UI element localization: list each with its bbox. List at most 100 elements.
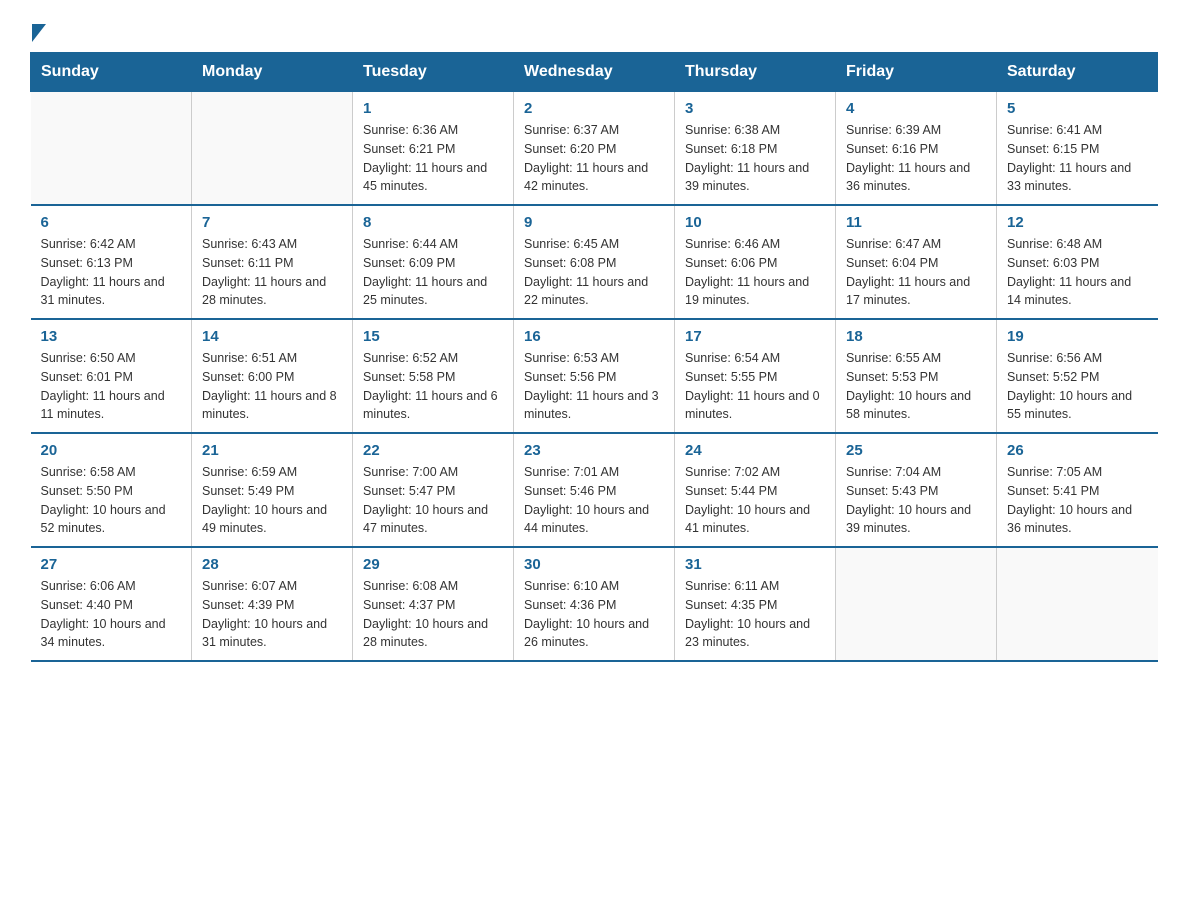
day-info: Sunrise: 7:00 AMSunset: 5:47 PMDaylight:… bbox=[363, 463, 503, 538]
day-number: 16 bbox=[524, 328, 664, 345]
calendar-cell: 2 Sunrise: 6:37 AMSunset: 6:20 PMDaylight… bbox=[514, 92, 675, 206]
day-number: 1 bbox=[363, 100, 503, 117]
column-header-saturday: Saturday bbox=[997, 53, 1158, 92]
calendar-cell: 31 Sunrise: 6:11 AMSunset: 4:35 PMDayligh… bbox=[675, 547, 836, 661]
day-info: Sunrise: 6:55 AMSunset: 5:53 PMDaylight:… bbox=[846, 349, 986, 424]
day-info: Sunrise: 6:59 AMSunset: 5:49 PMDaylight:… bbox=[202, 463, 342, 538]
column-header-friday: Friday bbox=[836, 53, 997, 92]
day-info: Sunrise: 6:42 AMSunset: 6:13 PMDaylight:… bbox=[41, 235, 182, 310]
day-number: 12 bbox=[1007, 214, 1148, 231]
day-info: Sunrise: 7:05 AMSunset: 5:41 PMDaylight:… bbox=[1007, 463, 1148, 538]
day-info: Sunrise: 6:43 AMSunset: 6:11 PMDaylight:… bbox=[202, 235, 342, 310]
calendar-cell: 1 Sunrise: 6:36 AMSunset: 6:21 PMDaylight… bbox=[353, 92, 514, 206]
day-number: 22 bbox=[363, 442, 503, 459]
calendar-cell: 8 Sunrise: 6:44 AMSunset: 6:09 PMDaylight… bbox=[353, 205, 514, 319]
day-info: Sunrise: 6:52 AMSunset: 5:58 PMDaylight:… bbox=[363, 349, 503, 424]
calendar-cell: 24Sunrise: 7:02 AMSunset: 5:44 PMDayligh… bbox=[675, 433, 836, 547]
day-info: Sunrise: 6:45 AMSunset: 6:08 PMDaylight:… bbox=[524, 235, 664, 310]
calendar-cell: 13Sunrise: 6:50 AMSunset: 6:01 PMDayligh… bbox=[31, 319, 192, 433]
day-number: 9 bbox=[524, 214, 664, 231]
calendar-cell: 14 Sunrise: 6:51 AMSunset: 6:00 PMDayligh… bbox=[192, 319, 353, 433]
day-number: 19 bbox=[1007, 328, 1148, 345]
day-info: Sunrise: 6:38 AMSunset: 6:18 PMDaylight:… bbox=[685, 121, 825, 196]
day-number: 26 bbox=[1007, 442, 1148, 459]
day-info: Sunrise: 6:10 AMSunset: 4:36 PMDaylight:… bbox=[524, 577, 664, 652]
calendar-week-row: 13Sunrise: 6:50 AMSunset: 6:01 PMDayligh… bbox=[31, 319, 1158, 433]
day-number: 3 bbox=[685, 100, 825, 117]
day-number: 8 bbox=[363, 214, 503, 231]
day-number: 13 bbox=[41, 328, 182, 345]
day-info: Sunrise: 6:48 AMSunset: 6:03 PMDaylight:… bbox=[1007, 235, 1148, 310]
day-number: 14 bbox=[202, 328, 342, 345]
calendar-cell: 16Sunrise: 6:53 AMSunset: 5:56 PMDayligh… bbox=[514, 319, 675, 433]
calendar-cell: 6 Sunrise: 6:42 AMSunset: 6:13 PMDaylight… bbox=[31, 205, 192, 319]
day-info: Sunrise: 6:39 AMSunset: 6:16 PMDaylight:… bbox=[846, 121, 986, 196]
day-number: 20 bbox=[41, 442, 182, 459]
calendar-cell bbox=[997, 547, 1158, 661]
day-number: 27 bbox=[41, 556, 182, 573]
day-number: 29 bbox=[363, 556, 503, 573]
day-info: Sunrise: 6:36 AMSunset: 6:21 PMDaylight:… bbox=[363, 121, 503, 196]
day-info: Sunrise: 6:11 AMSunset: 4:35 PMDaylight:… bbox=[685, 577, 825, 652]
calendar-cell: 28Sunrise: 6:07 AMSunset: 4:39 PMDayligh… bbox=[192, 547, 353, 661]
day-number: 10 bbox=[685, 214, 825, 231]
page-header bbox=[30, 20, 1158, 42]
column-header-monday: Monday bbox=[192, 53, 353, 92]
calendar-cell: 30 Sunrise: 6:10 AMSunset: 4:36 PMDayligh… bbox=[514, 547, 675, 661]
calendar-cell: 12 Sunrise: 6:48 AMSunset: 6:03 PMDayligh… bbox=[997, 205, 1158, 319]
calendar-cell: 9 Sunrise: 6:45 AMSunset: 6:08 PMDaylight… bbox=[514, 205, 675, 319]
calendar-table: SundayMondayTuesdayWednesdayThursdayFrid… bbox=[30, 52, 1158, 662]
day-number: 17 bbox=[685, 328, 825, 345]
calendar-cell: 26 Sunrise: 7:05 AMSunset: 5:41 PMDayligh… bbox=[997, 433, 1158, 547]
day-info: Sunrise: 6:58 AMSunset: 5:50 PMDaylight:… bbox=[41, 463, 182, 538]
calendar-cell: 18 Sunrise: 6:55 AMSunset: 5:53 PMDayligh… bbox=[836, 319, 997, 433]
day-info: Sunrise: 6:44 AMSunset: 6:09 PMDaylight:… bbox=[363, 235, 503, 310]
calendar-header-row: SundayMondayTuesdayWednesdayThursdayFrid… bbox=[31, 53, 1158, 92]
day-number: 5 bbox=[1007, 100, 1148, 117]
day-number: 15 bbox=[363, 328, 503, 345]
calendar-cell: 21 Sunrise: 6:59 AMSunset: 5:49 PMDayligh… bbox=[192, 433, 353, 547]
column-header-wednesday: Wednesday bbox=[514, 53, 675, 92]
calendar-cell: 5Sunrise: 6:41 AMSunset: 6:15 PMDaylight… bbox=[997, 92, 1158, 206]
day-number: 18 bbox=[846, 328, 986, 345]
day-number: 11 bbox=[846, 214, 986, 231]
day-number: 23 bbox=[524, 442, 664, 459]
calendar-cell bbox=[192, 92, 353, 206]
calendar-week-row: 6 Sunrise: 6:42 AMSunset: 6:13 PMDaylight… bbox=[31, 205, 1158, 319]
day-number: 6 bbox=[41, 214, 182, 231]
column-header-sunday: Sunday bbox=[31, 53, 192, 92]
logo-triangle-icon bbox=[32, 24, 46, 42]
calendar-week-row: 27 Sunrise: 6:06 AMSunset: 4:40 PMDayligh… bbox=[31, 547, 1158, 661]
day-number: 25 bbox=[846, 442, 986, 459]
calendar-cell: 17 Sunrise: 6:54 AMSunset: 5:55 PMDayligh… bbox=[675, 319, 836, 433]
day-number: 4 bbox=[846, 100, 986, 117]
logo bbox=[30, 20, 46, 42]
day-info: Sunrise: 6:51 AMSunset: 6:00 PMDaylight:… bbox=[202, 349, 342, 424]
day-number: 2 bbox=[524, 100, 664, 117]
day-number: 31 bbox=[685, 556, 825, 573]
calendar-cell: 15 Sunrise: 6:52 AMSunset: 5:58 PMDayligh… bbox=[353, 319, 514, 433]
calendar-cell bbox=[836, 547, 997, 661]
calendar-cell: 20 Sunrise: 6:58 AMSunset: 5:50 PMDayligh… bbox=[31, 433, 192, 547]
calendar-cell: 29Sunrise: 6:08 AMSunset: 4:37 PMDayligh… bbox=[353, 547, 514, 661]
day-number: 30 bbox=[524, 556, 664, 573]
calendar-cell: 23 Sunrise: 7:01 AMSunset: 5:46 PMDayligh… bbox=[514, 433, 675, 547]
calendar-cell: 22 Sunrise: 7:00 AMSunset: 5:47 PMDayligh… bbox=[353, 433, 514, 547]
day-number: 21 bbox=[202, 442, 342, 459]
calendar-cell: 7 Sunrise: 6:43 AMSunset: 6:11 PMDaylight… bbox=[192, 205, 353, 319]
day-info: Sunrise: 7:01 AMSunset: 5:46 PMDaylight:… bbox=[524, 463, 664, 538]
day-info: Sunrise: 6:54 AMSunset: 5:55 PMDaylight:… bbox=[685, 349, 825, 424]
day-info: Sunrise: 6:06 AMSunset: 4:40 PMDaylight:… bbox=[41, 577, 182, 652]
calendar-cell: 3 Sunrise: 6:38 AMSunset: 6:18 PMDaylight… bbox=[675, 92, 836, 206]
day-info: Sunrise: 6:46 AMSunset: 6:06 PMDaylight:… bbox=[685, 235, 825, 310]
day-info: Sunrise: 6:37 AMSunset: 6:20 PMDaylight:… bbox=[524, 121, 664, 196]
day-number: 7 bbox=[202, 214, 342, 231]
calendar-cell bbox=[31, 92, 192, 206]
column-header-tuesday: Tuesday bbox=[353, 53, 514, 92]
calendar-cell: 11 Sunrise: 6:47 AMSunset: 6:04 PMDayligh… bbox=[836, 205, 997, 319]
day-info: Sunrise: 6:56 AMSunset: 5:52 PMDaylight:… bbox=[1007, 349, 1148, 424]
calendar-cell: 10 Sunrise: 6:46 AMSunset: 6:06 PMDayligh… bbox=[675, 205, 836, 319]
day-number: 28 bbox=[202, 556, 342, 573]
day-info: Sunrise: 6:47 AMSunset: 6:04 PMDaylight:… bbox=[846, 235, 986, 310]
day-number: 24 bbox=[685, 442, 825, 459]
